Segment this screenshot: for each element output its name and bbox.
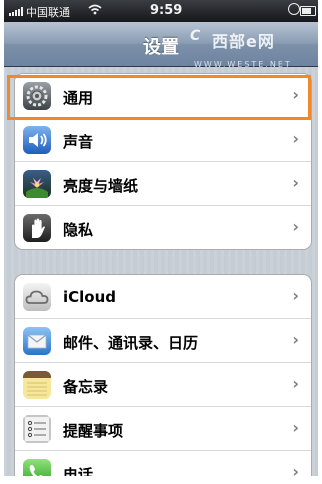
- settings-item-label: 隐私: [63, 221, 94, 239]
- carrier-label: 中国联通: [26, 6, 70, 19]
- bottom-margin: [0, 476, 322, 484]
- status-bar: 中国联通 9:59: [4, 0, 318, 22]
- flower-icon: [23, 170, 51, 198]
- settings-item-brightness-wallpaper[interactable]: 亮度与墙纸 ›: [15, 162, 311, 206]
- settings-group-2: iCloud › 邮件、通讯录、日历 › 备忘录 › 提醒事项 › 电话 ›: [14, 274, 312, 484]
- chevron-right-icon: ›: [292, 85, 299, 104]
- settings-item-general[interactable]: 通用 ›: [15, 74, 311, 118]
- navigation-bar: 设置 C 西部e网 WWW.WESTE.NET: [4, 22, 318, 69]
- rotation-lock-icon: [288, 3, 300, 15]
- settings-item-notes[interactable]: 备忘录 ›: [15, 363, 311, 407]
- wifi-icon: [88, 4, 102, 18]
- chevron-right-icon: ›: [292, 129, 299, 148]
- chevron-right-icon: ›: [292, 217, 299, 236]
- settings-item-label: 亮度与墙纸: [63, 177, 139, 195]
- chevron-right-icon: ›: [292, 173, 299, 192]
- settings-item-reminders[interactable]: 提醒事项 ›: [15, 407, 311, 451]
- settings-item-mail-contacts-calendars[interactable]: 邮件、通讯录、日历 ›: [15, 319, 311, 363]
- signal-icon: [9, 7, 25, 16]
- chevron-right-icon: ›: [292, 330, 299, 349]
- speaker-icon: [23, 126, 51, 154]
- chevron-right-icon: ›: [292, 374, 299, 393]
- settings-item-label: 通用: [63, 89, 94, 107]
- battery-icon: [300, 6, 316, 16]
- gear-icon: [23, 82, 51, 110]
- hand-icon: [23, 214, 51, 242]
- settings-item-label: 备忘录: [63, 378, 109, 396]
- cloud-icon: [23, 283, 51, 311]
- settings-item-label: 声音: [63, 133, 94, 151]
- settings-item-label: iCloud: [63, 288, 117, 306]
- watermark-logo-icon: C: [190, 28, 201, 44]
- watermark-text: 西部e网: [212, 32, 275, 51]
- settings-item-icloud[interactable]: iCloud ›: [15, 275, 311, 319]
- settings-group-1: 通用 › 声音 › 亮度与墙纸 › 隐私 ›: [14, 73, 312, 250]
- notes-icon: [23, 371, 51, 399]
- mail-icon: [23, 327, 51, 355]
- settings-item-label: 提醒事项: [63, 422, 124, 440]
- chevron-right-icon: ›: [292, 418, 299, 437]
- reminders-icon: [23, 415, 51, 443]
- settings-item-label: 邮件、通讯录、日历: [63, 334, 199, 352]
- watermark-url: WWW.WESTE.NET: [194, 60, 292, 69]
- settings-item-privacy[interactable]: 隐私 ›: [15, 206, 311, 249]
- chevron-right-icon: ›: [292, 286, 299, 305]
- clock-time: 9:59: [150, 3, 183, 18]
- settings-screen: 中国联通 9:59 设置 C 西部e网 WWW.WESTE.NET 通用 › 声…: [4, 0, 318, 484]
- settings-item-sounds[interactable]: 声音 ›: [15, 118, 311, 162]
